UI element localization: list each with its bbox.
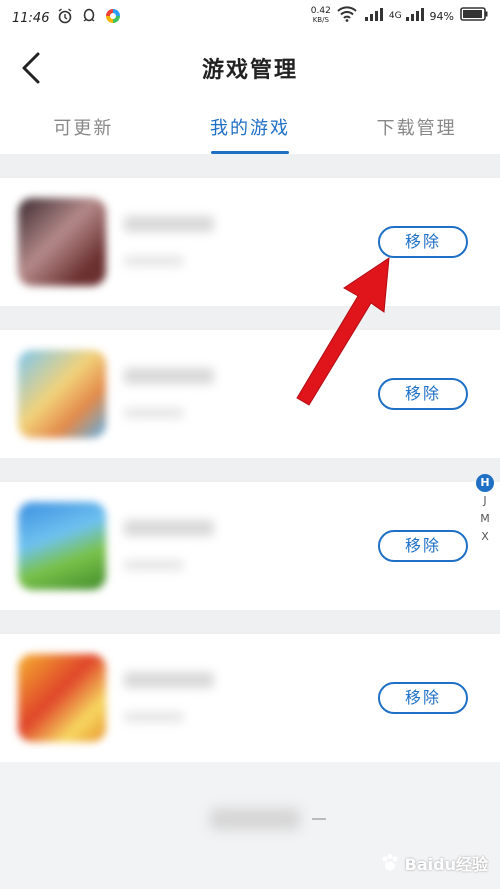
- tab-my-games[interactable]: 我的游戏: [167, 104, 334, 154]
- watermark: Baidu经验: [379, 851, 488, 875]
- index-letter[interactable]: H: [476, 474, 494, 492]
- speed-value: 0.42: [310, 6, 331, 16]
- wifi-icon: [337, 6, 357, 26]
- remove-button[interactable]: 移除: [378, 682, 468, 714]
- game-row: 移除: [0, 482, 500, 610]
- section-divider: [0, 306, 500, 330]
- app-store-icon: [105, 8, 121, 28]
- alphabet-index[interactable]: H J M X: [474, 474, 496, 546]
- game-info-blurred: [124, 408, 184, 418]
- game-name-blurred: [124, 672, 214, 688]
- game-icon: [18, 654, 106, 742]
- game-row: 移除: [0, 178, 500, 306]
- alarm-icon: [57, 8, 73, 28]
- remove-button[interactable]: 移除: [378, 530, 468, 562]
- signal-icon-2: [404, 6, 424, 26]
- footer-divider: [312, 818, 326, 820]
- tab-updatable[interactable]: 可更新: [0, 104, 167, 154]
- index-letter[interactable]: X: [474, 528, 496, 546]
- speed-unit: KB/S: [312, 16, 329, 24]
- network-label: 4G: [388, 11, 402, 21]
- network-speed: 0.42 KB/S: [311, 7, 331, 25]
- tab-bar: 可更新 我的游戏 下载管理: [0, 104, 500, 154]
- signal-icon: [363, 6, 383, 26]
- remove-button[interactable]: 移除: [378, 378, 468, 410]
- tab-download-manager[interactable]: 下载管理: [333, 104, 500, 154]
- game-info-blurred: [124, 560, 184, 570]
- index-letter[interactable]: M: [474, 510, 496, 528]
- index-letter[interactable]: J: [474, 492, 496, 510]
- page-title: 游戏管理: [201, 58, 298, 83]
- game-name-blurred: [124, 216, 214, 232]
- game-icon: [18, 350, 106, 438]
- game-icon: [18, 502, 106, 590]
- game-row: 移除: [0, 330, 500, 458]
- status-time: 11:46: [12, 10, 50, 26]
- game-name-blurred: [124, 368, 214, 384]
- game-icon: [18, 198, 106, 286]
- game-list: 移除 移除 移除 移除: [0, 154, 500, 762]
- battery-level: 94%: [429, 9, 454, 23]
- game-info-blurred: [124, 256, 184, 266]
- game-info-blurred: [124, 712, 184, 722]
- section-divider: [0, 458, 500, 482]
- status-bar: 11:46 0.42 KB/S 4G 94%: [0, 0, 500, 34]
- game-row: 移除: [0, 634, 500, 762]
- battery-icon: [460, 7, 488, 25]
- watermark-text: Baidu经验: [404, 855, 488, 874]
- section-divider: [0, 154, 500, 178]
- game-name-blurred: [124, 520, 214, 536]
- qq-icon: [81, 8, 97, 28]
- section-divider: [0, 610, 500, 634]
- remove-button[interactable]: 移除: [378, 226, 468, 258]
- paw-icon: [382, 854, 398, 871]
- footer-text-blurred: [210, 808, 300, 830]
- header: 游戏管理: [0, 34, 500, 104]
